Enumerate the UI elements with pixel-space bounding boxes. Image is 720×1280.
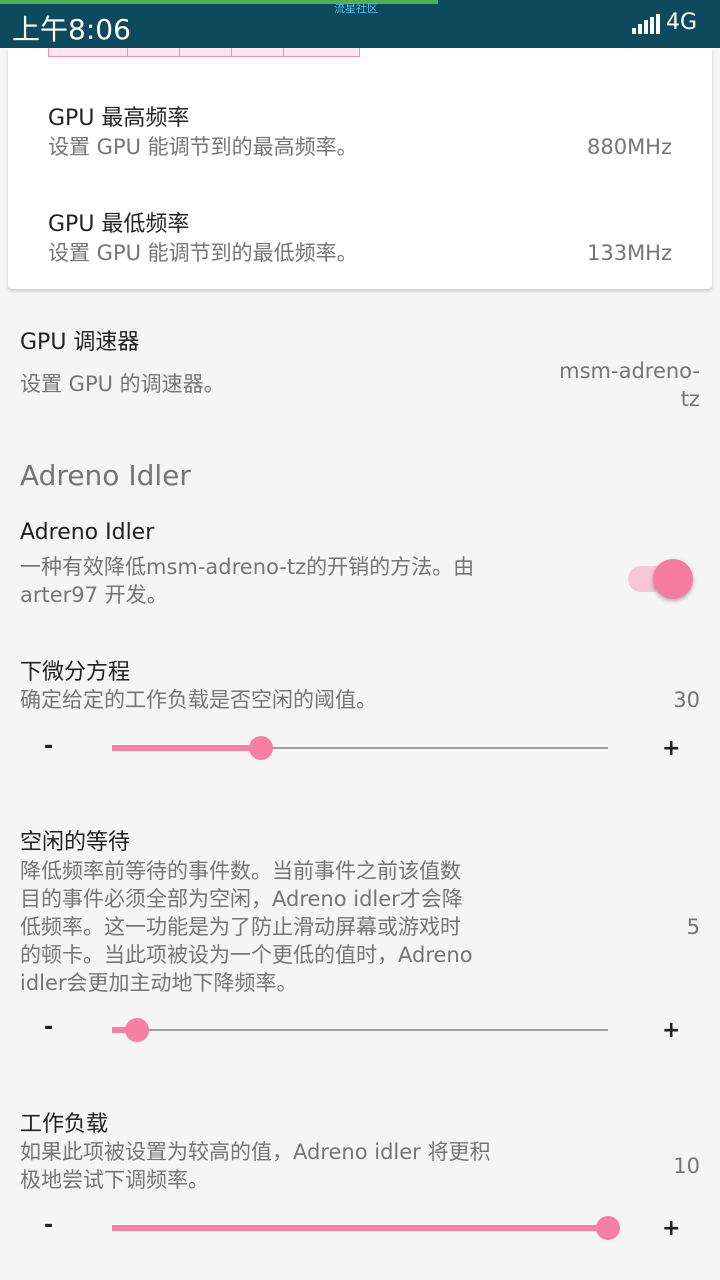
idle-wait-increase-button[interactable]: + [662,1018,680,1043]
workload-slider-fill [112,1225,608,1231]
threshold-summary: 确定给定的工作负载是否空闲的阈值。 [20,688,377,712]
adreno-idler-title: Adreno Idler [20,520,155,545]
idle-wait-title: 空闲的等待 [20,830,131,855]
idle-wait-slider-thumb[interactable] [124,1018,149,1042]
workload-slider-thumb[interactable] [596,1216,620,1240]
adreno-idler-toggle-thumb[interactable] [653,559,693,599]
max-freq-value: 880MHz [586,135,672,159]
threshold-slider-thumb[interactable] [248,736,273,760]
idle-wait-slider-track[interactable] [112,1029,608,1031]
idle-wait-decrease-button[interactable]: - [44,1015,53,1040]
threshold-slider-fill [112,745,261,751]
workload-summary: 如果此项被设置为较高的值，Adreno idler 将更积 极地尝试下调频率。 [20,1140,491,1192]
workload-increase-button[interactable]: + [662,1216,680,1241]
max-freq-title: GPU 最高频率 [48,106,190,131]
adreno-idler-section-header: Adreno Idler [20,459,191,492]
status-bar: 上午8:06 流星社区 4G [0,0,720,48]
min-freq-value: 133MHz [586,241,672,265]
workload-title: 工作负载 [20,1112,109,1137]
status-toast: 流星社区 [334,2,378,15]
threshold-decrease-button[interactable]: - [44,734,53,759]
governor-title: GPU 调速器 [20,330,140,355]
threshold-increase-button[interactable]: + [662,736,680,761]
idle-wait-summary: 降低频率前等待的事件数。当前事件之前该值数 目的事件必须全部为空闲，Adreno… [20,859,473,995]
governor-summary: 设置 GPU 的调速器。 [20,372,225,396]
frequency-graph-remnant [48,48,360,57]
signal-icon [632,14,662,34]
adreno-idler-summary: 一种有效降低msm-adreno-tz的开销的方法。由 arter97 开发。 [20,555,475,607]
network-type: 4G [666,10,698,35]
threshold-value: 30 [673,688,700,712]
threshold-title: 下微分方程 [20,660,131,685]
status-time: 上午8:06 [12,13,131,46]
workload-value: 10 [673,1154,700,1178]
max-freq-summary: 设置 GPU 能调节到的最高频率。 [48,135,358,159]
governor-value: msm-adreno- tz [559,359,700,411]
min-freq-summary: 设置 GPU 能调节到的最低频率。 [48,241,358,265]
workload-decrease-button[interactable]: - [44,1213,53,1238]
min-freq-title: GPU 最低频率 [48,212,190,237]
idle-wait-value: 5 [686,915,700,939]
